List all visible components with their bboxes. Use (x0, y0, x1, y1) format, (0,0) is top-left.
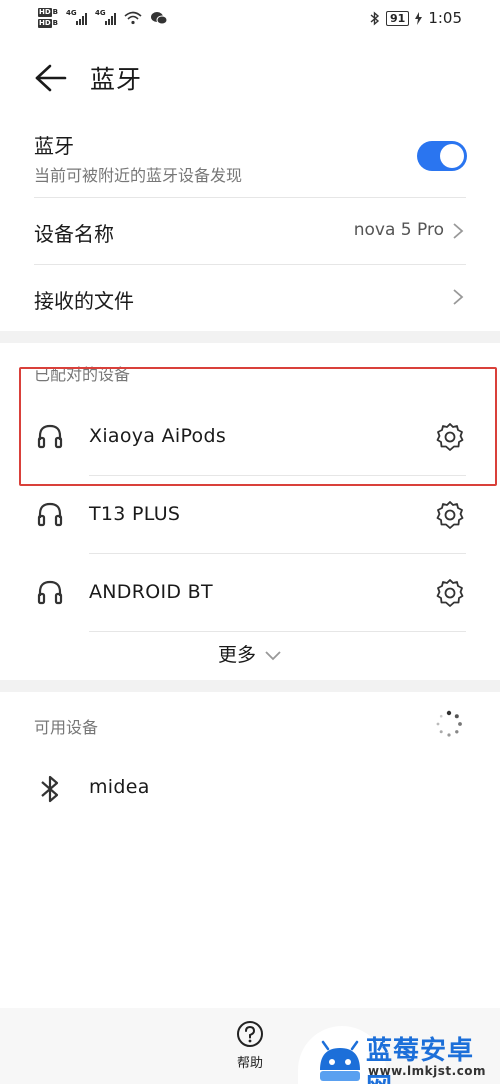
paired-device-row[interactable]: Xiaoya AiPods (0, 398, 500, 476)
app-header: 蓝牙 (34, 58, 142, 98)
wifi-icon (124, 11, 142, 25)
hd-indicators: HD B HD B (38, 8, 58, 28)
gear-icon[interactable] (435, 578, 465, 608)
bluetooth-toggle[interactable] (417, 141, 467, 171)
paired-device-row[interactable]: T13 PLUS (0, 476, 500, 554)
device-name: ANDROID BT (89, 581, 213, 603)
status-bar: HD B HD B 4G 4G 91 1:05 (0, 0, 500, 40)
device-name: Xiaoya AiPods (89, 425, 227, 447)
help-icon (237, 1021, 263, 1047)
hd-badge-1: HD B (38, 8, 59, 17)
site-watermark: 蓝莓安卓网 www.lmkjst.com (298, 1020, 500, 1084)
signal-1-icon: 4G (66, 9, 88, 25)
divider (89, 631, 466, 632)
bluetooth-label: 蓝牙 (34, 134, 74, 158)
help-label: 帮助 (236, 1056, 263, 1071)
section-separator (0, 331, 500, 343)
wechat-icon (151, 12, 168, 25)
headset-icon (37, 424, 63, 449)
android-robot-icon (320, 1040, 360, 1081)
headset-icon (37, 502, 63, 527)
paired-devices-header: 已配对的设备 (34, 365, 131, 384)
device-name-label: 设备名称 (34, 222, 114, 246)
back-arrow-icon[interactable] (34, 63, 68, 93)
battery-indicator: 91 (386, 10, 410, 26)
chevron-right-icon (453, 223, 464, 239)
available-devices-header: 可用设备 (34, 718, 99, 737)
paired-device-row[interactable]: ANDROID BT (0, 554, 500, 632)
available-device-row[interactable]: midea (0, 750, 500, 828)
toggle-knob (440, 144, 464, 168)
section-separator (0, 680, 500, 692)
received-files-row[interactable]: 接收的文件 (34, 265, 466, 331)
more-button[interactable]: 更多 (0, 640, 500, 667)
page-title: 蓝牙 (90, 65, 143, 94)
chevron-down-icon (265, 650, 281, 660)
device-name-value: nova 5 Pro (353, 220, 444, 240)
gear-icon[interactable] (435, 422, 465, 452)
device-name: midea (89, 776, 150, 798)
loading-spinner-icon (436, 710, 462, 737)
help-button[interactable]: 帮助 (230, 1020, 270, 1071)
bluetooth-status-icon (370, 10, 380, 26)
hd-badge-2: HD B (38, 19, 59, 28)
gear-icon[interactable] (435, 500, 465, 530)
bluetooth-icon (41, 775, 59, 803)
charging-icon (415, 11, 423, 25)
device-name: T13 PLUS (89, 503, 181, 525)
status-right: 91 1:05 (370, 9, 462, 27)
watermark-url: www.lmkjst.com (368, 1064, 487, 1078)
clock: 1:05 (428, 9, 462, 27)
status-left: HD B HD B 4G 4G (38, 8, 168, 28)
bluetooth-description: 当前可被附近的蓝牙设备发现 (34, 166, 243, 185)
signal-2-icon: 4G (95, 9, 117, 25)
more-label: 更多 (217, 644, 256, 666)
received-files-label: 接收的文件 (34, 289, 134, 313)
headset-icon (37, 580, 63, 605)
chevron-right-icon (453, 289, 464, 305)
